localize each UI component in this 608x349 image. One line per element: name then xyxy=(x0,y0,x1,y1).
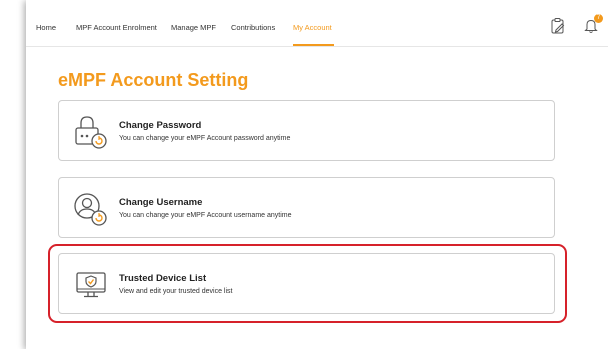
change-username-card[interactable]: Change Username You can change your eMPF… xyxy=(58,177,555,238)
change-password-card[interactable]: Change Password You can change your eMPF… xyxy=(58,100,555,161)
card-title: Change Password xyxy=(119,120,202,131)
notification-badge: 7 xyxy=(594,14,603,23)
page-title: eMPF Account Setting xyxy=(58,70,249,90)
card-description: You can change your eMPF Account usernam… xyxy=(119,212,292,219)
active-tab-indicator xyxy=(293,44,334,46)
nav-item-home[interactable]: Home xyxy=(36,23,56,32)
card-description: You can change your eMPF Account passwor… xyxy=(119,135,291,142)
card-title: Change Username xyxy=(119,197,203,208)
lock-reset-icon xyxy=(75,116,107,149)
nav-item-manage-mpf[interactable]: Manage MPF xyxy=(171,23,216,32)
clipboard-edit-icon[interactable] xyxy=(550,17,566,34)
user-reset-icon xyxy=(74,193,107,226)
nav-item-contributions[interactable]: Contributions xyxy=(231,23,275,32)
top-navigation: Home MPF Account Enrolment Manage MPF Co… xyxy=(26,0,608,47)
trusted-device-highlight-outline xyxy=(48,244,567,323)
nav-item-mpf-account-enrolment[interactable]: MPF Account Enrolment xyxy=(76,23,157,32)
nav-item-my-account[interactable]: My Account xyxy=(293,23,332,32)
